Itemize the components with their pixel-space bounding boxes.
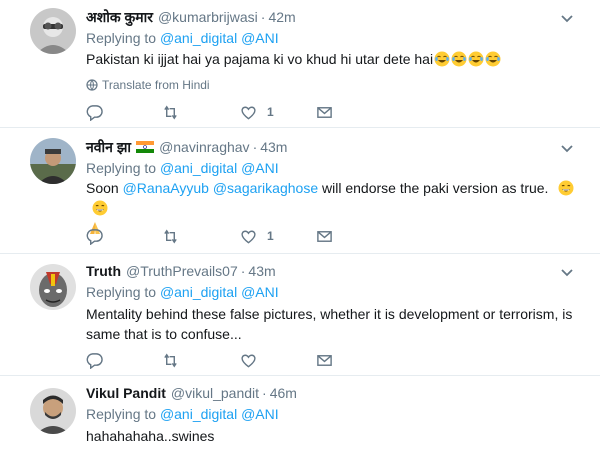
like-count: 1 — [267, 229, 274, 243]
direct-message-button[interactable] — [316, 226, 333, 246]
direct-message-button[interactable] — [316, 102, 333, 122]
like-button[interactable]: 1 — [240, 102, 274, 122]
envelope-icon — [316, 352, 333, 369]
joy-emoji-icon — [468, 51, 484, 67]
tweet-header: नवीन झा @navinraghav · 43m — [86, 136, 287, 158]
display-name[interactable]: अशोक कुमार — [86, 8, 153, 27]
globe-icon — [86, 79, 98, 91]
user-handle[interactable]: @TruthPrevails07 — [126, 263, 238, 279]
mention-link[interactable]: @ani_digital — [160, 284, 237, 300]
display-name[interactable]: Truth — [86, 263, 121, 279]
joy-emoji-icon — [451, 51, 467, 67]
replying-prefix: Replying to — [86, 284, 157, 300]
separator-dot: · — [252, 139, 258, 155]
retweet-button[interactable] — [162, 350, 179, 370]
replying-to: Replying to @ani_digital @ANI — [86, 160, 279, 176]
joy-emoji-icon — [434, 51, 450, 67]
timestamp[interactable]: 46m — [270, 385, 297, 401]
grin-emoji-icon — [92, 200, 108, 216]
retweet-icon — [162, 228, 179, 245]
translate-link[interactable]: Translate from Hindi — [86, 78, 210, 92]
separator-dot: · — [260, 9, 266, 25]
tweet-actions — [86, 350, 346, 370]
timestamp[interactable]: 43m — [260, 139, 287, 155]
direct-message-button[interactable] — [316, 350, 333, 370]
tweet-text: hahahahaha..swines — [86, 426, 214, 446]
tweet: Vikul Pandit @vikul_pandit · 46m Replyin… — [0, 376, 600, 450]
chevron-down-icon[interactable] — [560, 144, 574, 154]
joy-emoji-icon — [485, 51, 501, 67]
tweet-text-line: same that is to confuse... — [86, 326, 242, 342]
retweet-button[interactable] — [162, 226, 179, 246]
mention-link[interactable]: @RanaAyyub — [123, 180, 209, 196]
tweet-text: Mentality behind these false pictures, w… — [86, 304, 586, 344]
separator-dot: · — [262, 385, 267, 401]
envelope-icon — [316, 104, 333, 121]
chevron-down-icon[interactable] — [560, 268, 574, 278]
retweet-icon — [162, 352, 179, 369]
replying-to: Replying to @ani_digital @ANI — [86, 284, 279, 300]
tweet-text-line: Mentality behind these false pictures, w… — [86, 306, 573, 322]
reply-button[interactable] — [86, 226, 103, 246]
timestamp[interactable]: 43m — [248, 263, 275, 279]
india-flag-icon — [136, 141, 155, 153]
reply-icon — [86, 352, 103, 369]
timestamp[interactable]: 42m — [268, 9, 295, 25]
tweet-text: Pakistan ki ijjat hai ya pajama ki vo kh… — [86, 49, 501, 69]
mention-link[interactable]: @ANI — [241, 160, 279, 176]
replying-prefix: Replying to — [86, 406, 157, 422]
tweet-text-content: hahahahaha..swines — [86, 428, 215, 444]
replying-to: Replying to @ani_digital @ANI — [86, 406, 279, 422]
replying-prefix: Replying to — [86, 30, 157, 46]
translate-label: Translate from Hindi — [102, 78, 210, 92]
display-name[interactable]: Vikul Pandit — [86, 385, 166, 401]
replying-prefix: Replying to — [86, 160, 157, 176]
reply-button[interactable] — [86, 102, 103, 122]
tweet: नवीन झा @navinraghav · 43m Replying to @… — [0, 128, 600, 254]
heart-icon — [240, 228, 257, 245]
retweet-button[interactable] — [162, 102, 179, 122]
tweet: Truth @TruthPrevails07 · 43m Replying to… — [0, 254, 600, 376]
reply-button[interactable] — [86, 350, 103, 370]
tweet-header: Truth @TruthPrevails07 · 43m — [86, 260, 276, 282]
tweet: अशोक कुमार @kumarbrijwasi · 42m Replying… — [0, 0, 600, 128]
mention-link[interactable]: @ani_digital — [160, 30, 237, 46]
mention-link[interactable]: @ANI — [241, 406, 279, 422]
heart-icon — [240, 104, 257, 121]
display-name[interactable]: नवीन झा — [86, 138, 131, 157]
avatar[interactable] — [30, 8, 76, 54]
user-handle[interactable]: @navinraghav — [159, 139, 250, 155]
user-handle[interactable]: @kumarbrijwasi — [158, 9, 258, 25]
mention-link[interactable]: @sagarikaghose — [213, 180, 318, 196]
mention-link[interactable]: @ANI — [241, 284, 279, 300]
avatar[interactable] — [30, 388, 76, 434]
separator-dot: · — [240, 263, 246, 279]
reply-icon — [86, 104, 103, 121]
tweet-header: अशोक कुमार @kumarbrijwasi · 42m — [86, 6, 296, 28]
like-button[interactable]: 1 — [240, 226, 274, 246]
user-handle[interactable]: @vikul_pandit — [171, 385, 259, 401]
retweet-icon — [162, 104, 179, 121]
tweet-actions: 1 — [86, 102, 346, 122]
mention-link[interactable]: @ani_digital — [160, 406, 237, 422]
tweet-text-content: Pakistan ki ijjat hai ya pajama ki vo kh… — [86, 51, 434, 67]
tweet-actions: 1 — [86, 226, 346, 246]
envelope-icon — [316, 228, 333, 245]
avatar[interactable] — [30, 264, 76, 310]
tweet-header: Vikul Pandit @vikul_pandit · 46m — [86, 382, 297, 404]
heart-icon — [240, 352, 257, 369]
mention-link[interactable]: @ANI — [241, 30, 279, 46]
avatar[interactable] — [30, 138, 76, 184]
like-count: 1 — [267, 105, 274, 119]
tweet-text-content: will endorse the paki version as true. — [322, 180, 549, 196]
tweet-text-content: Soon — [86, 180, 119, 196]
replying-to: Replying to @ani_digital @ANI — [86, 30, 279, 46]
chevron-down-icon[interactable] — [560, 14, 574, 24]
mention-link[interactable]: @ani_digital — [160, 160, 237, 176]
grin-emoji-icon — [558, 180, 574, 196]
reply-icon — [86, 228, 103, 245]
like-button[interactable] — [240, 350, 267, 370]
